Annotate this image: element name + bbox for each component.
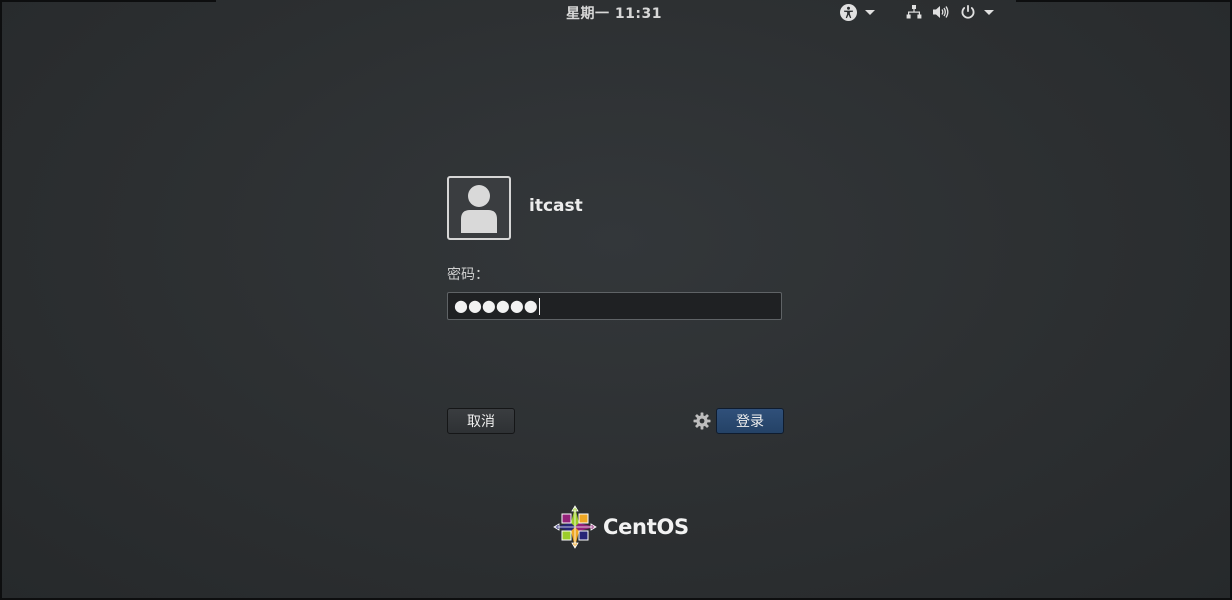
centos-logo-icon — [553, 505, 597, 549]
volume-icon — [932, 4, 950, 20]
password-value: ●●●●●● — [454, 296, 538, 315]
login-screen: 星期一 11:31 itcast 密码： ●●●●●● 取消 登录 CentOS — [0, 0, 1232, 600]
centos-logo: CentOS — [553, 505, 689, 549]
frame-edge — [0, 0, 216, 2]
system-menu[interactable] — [906, 2, 1004, 22]
user-icon — [461, 185, 497, 233]
clock[interactable]: 星期一 11:31 — [566, 3, 662, 23]
session-settings-button[interactable] — [693, 412, 711, 430]
avatar — [447, 176, 511, 240]
gear-icon — [693, 412, 711, 430]
frame-edge — [0, 0, 2, 600]
accessibility-icon — [840, 3, 857, 21]
password-input[interactable]: ●●●●●● — [447, 292, 782, 320]
accessibility-menu[interactable] — [840, 2, 875, 22]
logo-text: CentOS — [603, 515, 689, 539]
login-button[interactable]: 登录 — [716, 408, 784, 434]
frame-edge — [1016, 0, 1232, 2]
network-icon — [906, 4, 922, 20]
cancel-button[interactable]: 取消 — [447, 408, 515, 434]
power-icon — [960, 4, 976, 20]
username: itcast — [529, 196, 583, 216]
chevron-down-icon — [865, 9, 875, 15]
text-cursor — [538, 297, 540, 315]
password-label: 密码： — [447, 267, 489, 283]
chevron-down-icon — [984, 9, 994, 15]
